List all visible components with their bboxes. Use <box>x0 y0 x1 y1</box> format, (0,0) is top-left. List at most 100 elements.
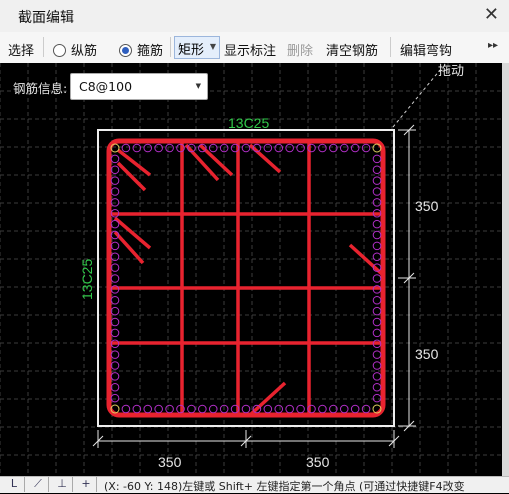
stirrup-radio[interactable]: 箍筋 <box>119 40 163 59</box>
longitudinal-bar <box>339 404 349 414</box>
longitudinal-bar <box>110 274 120 283</box>
dim-bottom-left: 350 <box>158 454 182 470</box>
longitudinal-bar <box>274 404 284 414</box>
corner-bars[interactable] <box>110 143 382 414</box>
longitudinal-bar <box>372 230 382 240</box>
corner-bar <box>372 143 382 153</box>
hook <box>113 216 152 250</box>
polar-mode-button[interactable]: ⟋ <box>28 477 49 492</box>
right-dimension <box>398 124 416 432</box>
longitudinal-bar <box>121 143 131 153</box>
longitudinal-bar <box>296 143 305 153</box>
longitudinal-bar <box>198 404 207 414</box>
close-icon[interactable]: ✕ <box>484 4 499 25</box>
longitudinal-bar <box>372 382 382 392</box>
longitudinal-bar <box>372 176 382 185</box>
longitudinal-bar <box>372 198 382 207</box>
longitudinal-bar <box>318 143 327 153</box>
shape-dropdown[interactable]: 矩形 ▼ <box>174 36 220 59</box>
longitudinal-bar <box>132 404 142 414</box>
longitudinal-bar <box>372 241 382 251</box>
longitudinal-bar <box>143 143 153 153</box>
shape-label: 矩形 <box>178 43 205 58</box>
vertical-scrollbar[interactable] <box>502 63 509 476</box>
longitudinal-bar <box>372 361 382 370</box>
longitudinal-bar <box>285 404 294 414</box>
canvas-svg: 13C25 13C25 350 350 350 350 <box>0 63 502 476</box>
ortho-mode-button[interactable]: L <box>4 477 25 492</box>
longitudinal-bar <box>110 198 120 207</box>
longitudinal-bar <box>372 165 382 175</box>
hook <box>116 148 152 177</box>
longitudinal-bar <box>165 143 174 153</box>
edit-hook-button[interactable]: 编辑弯钩 <box>400 40 452 59</box>
longitudinal-bar <box>110 295 120 305</box>
clear-rebar-button[interactable]: 清空钢筋 <box>326 40 378 59</box>
window-title: 截面编辑 <box>18 10 74 26</box>
longitudinal-bar <box>110 372 120 381</box>
outer-stirrup[interactable] <box>106 138 386 418</box>
longitudinal-bar <box>372 274 382 283</box>
top-bar-label: 13C25 <box>228 115 269 131</box>
longitudinal-bar <box>143 404 153 414</box>
rebar-info-select[interactable]: C8@100 ▼ <box>70 73 208 100</box>
longitudinal-bar <box>132 143 142 153</box>
dim-right-bottom: 350 <box>415 346 439 362</box>
longitudinal-bar <box>372 252 382 262</box>
radio-icon <box>53 44 66 57</box>
longitudinal-bar <box>339 143 349 153</box>
inner-ties[interactable] <box>109 141 383 415</box>
perpendicular-mode-button[interactable]: ⊥ <box>52 477 73 492</box>
section-outline <box>97 129 395 427</box>
longitudinal-bar <box>274 143 284 153</box>
longitudinal-bar <box>285 143 294 153</box>
longitudinal-bars[interactable] <box>110 143 382 414</box>
radio-checked-icon <box>119 44 132 57</box>
dim-bottom-right: 350 <box>306 454 330 470</box>
longitudinal-bar <box>263 404 273 414</box>
stirrup-label: 箍筋 <box>137 44 164 59</box>
status-bar: L ⟋ ⊥ + (X: -60 Y: 148)左键或 Shift+ 左键指定第一… <box>0 476 509 493</box>
chevron-down-icon: ▼ <box>195 82 201 90</box>
longitudinal-bar <box>318 404 327 414</box>
longitudinal-bar <box>110 393 120 403</box>
show-dims-button[interactable]: 显示标注 <box>224 40 276 59</box>
longitudinal-bar <box>241 404 251 414</box>
longitudinal-bar <box>154 404 163 414</box>
toolbar: 选择 纵筋 箍筋 显示标注 删除 清空钢筋 编辑弯钩 <box>0 32 509 64</box>
longitudinal-bar <box>372 187 382 196</box>
drawing-canvas[interactable]: 13C25 13C25 350 350 350 350 <box>0 63 502 476</box>
longitudinal-bar <box>110 176 120 185</box>
longitudinal-bar <box>110 154 120 164</box>
longitudinal-bar <box>263 143 273 153</box>
longitudinal-bar <box>372 295 382 305</box>
longitudinal-bar <box>361 404 371 414</box>
longitudinal-bar <box>372 317 382 327</box>
longitudinal-bar <box>372 219 382 229</box>
title-bar: 截面编辑 ✕ <box>0 0 509 33</box>
dim-right-top: 350 <box>415 198 439 214</box>
longitudinal-bar <box>372 372 382 381</box>
snap-mode-button[interactable]: + <box>76 477 97 492</box>
longitudinal-bar <box>372 154 382 164</box>
longitudinal-bar <box>241 143 251 153</box>
longitudinal-bar <box>372 350 382 359</box>
longitudinal-bar <box>208 143 218 153</box>
longitudinal-bar <box>121 404 131 414</box>
select-button[interactable]: 选择 <box>8 40 34 59</box>
longitudinal-bar <box>350 404 360 414</box>
stirrup-hooks <box>113 143 385 417</box>
longitudinal-radio[interactable]: 纵筋 <box>53 40 97 59</box>
longitudinal-bar <box>154 143 163 153</box>
more-icon[interactable]: ▸▸ <box>488 40 498 51</box>
chevron-down-icon: ▼ <box>209 42 216 51</box>
longitudinal-bar <box>208 404 218 414</box>
longitudinal-bar <box>110 350 120 359</box>
rebar-info-label: 钢筋信息: <box>13 81 68 96</box>
longitudinal-bar <box>361 143 371 153</box>
longitudinal-bar <box>372 393 382 403</box>
delete-button[interactable]: 删除 <box>287 40 313 59</box>
longitudinal-bar <box>187 404 196 414</box>
longitudinal-label: 纵筋 <box>71 44 98 59</box>
longitudinal-bar <box>350 143 360 153</box>
